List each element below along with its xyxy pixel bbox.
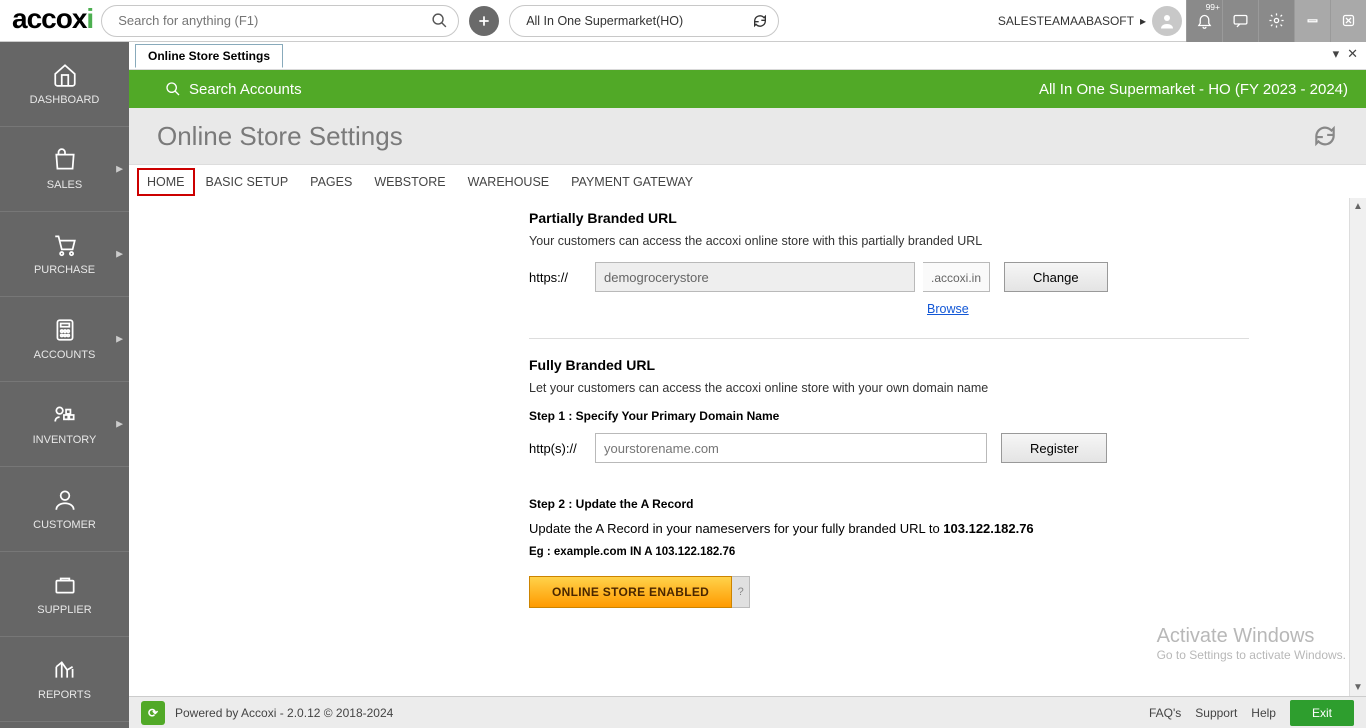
search-input[interactable] bbox=[118, 13, 431, 28]
footer-support-link[interactable]: Support bbox=[1195, 706, 1237, 720]
refresh-icon[interactable] bbox=[1312, 123, 1338, 149]
global-search[interactable] bbox=[101, 5, 459, 37]
chevron-right-icon: ▶ bbox=[116, 419, 123, 430]
footer-faqs-link[interactable]: FAQ's bbox=[1149, 706, 1181, 720]
sidebar-item-reports[interactable]: REPORTS bbox=[0, 637, 129, 722]
sidebar-item-label: DASHBOARD bbox=[30, 94, 100, 106]
footer-help-link[interactable]: Help bbox=[1251, 706, 1276, 720]
sidebar-item-sales[interactable]: SALES ▶ bbox=[0, 127, 129, 212]
footer-powered: Powered by Accoxi - 2.0.12 © 2018-2024 bbox=[175, 706, 393, 720]
register-button[interactable]: Register bbox=[1001, 433, 1107, 463]
tab-online-store-settings[interactable]: Online Store Settings bbox=[135, 44, 283, 68]
chevron-right-icon: ▶ bbox=[116, 164, 123, 175]
step2-label: Step 2 : Update the A Record bbox=[529, 497, 1249, 511]
add-button[interactable] bbox=[469, 6, 499, 36]
chat-icon[interactable] bbox=[1222, 0, 1258, 42]
tab-close-icon[interactable]: ✕ bbox=[1347, 46, 1358, 62]
domain-suffix: .accoxi.in bbox=[923, 262, 990, 292]
sidebar-item-dashboard[interactable]: DASHBOARD bbox=[0, 42, 129, 127]
search-icon[interactable] bbox=[431, 12, 448, 29]
context-bar: Search Accounts All In One Supermarket -… bbox=[129, 70, 1366, 108]
partial-url-heading: Partially Branded URL bbox=[529, 210, 1249, 226]
sidebar-item-label: ACCOUNTS bbox=[34, 349, 96, 361]
toggle-handle-icon[interactable]: ? bbox=[732, 576, 750, 608]
tab-dropdown-icon[interactable]: ▾ bbox=[1333, 46, 1340, 62]
tab-payment-gateway[interactable]: PAYMENT GATEWAY bbox=[560, 167, 704, 197]
sidebar-item-label: SALES bbox=[47, 179, 82, 191]
subdomain-input[interactable] bbox=[595, 262, 915, 292]
user-menu[interactable]: SALESTEAMAABASOFT ▸ bbox=[998, 14, 1146, 28]
topbar: accoxi All In One Supermarket(HO) SALEST… bbox=[0, 0, 1366, 42]
full-url-heading: Fully Branded URL bbox=[529, 357, 1249, 373]
page-tabs: Online Store Settings ▾ ✕ bbox=[129, 42, 1366, 70]
settings-canvas: Partially Branded URL Your customers can… bbox=[129, 198, 1366, 696]
tab-home[interactable]: HOME bbox=[137, 168, 195, 196]
tab-label: Online Store Settings bbox=[148, 49, 270, 63]
chevron-right-icon: ▶ bbox=[116, 249, 123, 260]
scroll-up-icon[interactable]: ▲ bbox=[1350, 198, 1366, 215]
app-logo: accoxi bbox=[6, 3, 101, 38]
user-label: SALESTEAMAABASOFT bbox=[998, 14, 1134, 28]
step1-label: Step 1 : Specify Your Primary Domain Nam… bbox=[529, 409, 1249, 423]
minimize-button[interactable] bbox=[1294, 0, 1330, 42]
avatar[interactable] bbox=[1152, 6, 1182, 36]
tab-pages[interactable]: PAGES bbox=[299, 167, 363, 197]
company-name: All In One Supermarket(HO) bbox=[526, 14, 683, 28]
settings-tabs: HOME BASIC SETUP PAGES WEBSTORE WAREHOUS… bbox=[129, 164, 1366, 198]
scroll-down-icon[interactable]: ▼ bbox=[1350, 679, 1366, 696]
search-icon bbox=[165, 81, 181, 97]
page-title: Online Store Settings bbox=[157, 121, 403, 152]
context-company: All In One Supermarket - HO (FY 2023 - 2… bbox=[1039, 81, 1348, 98]
sidebar-item-purchase[interactable]: PURCHASE ▶ bbox=[0, 212, 129, 297]
domain-input[interactable] bbox=[595, 433, 987, 463]
sidebar-item-label: REPORTS bbox=[38, 689, 91, 701]
partial-url-desc: Your customers can access the accoxi onl… bbox=[529, 234, 1249, 248]
chevron-right-icon: ▸ bbox=[1140, 14, 1146, 28]
a-record-instruction: Update the A Record in your nameservers … bbox=[529, 521, 1249, 536]
sidebar-item-inventory[interactable]: INVENTORY ▶ bbox=[0, 382, 129, 467]
footer: ⟳ Powered by Accoxi - 2.0.12 © 2018-2024… bbox=[129, 696, 1366, 728]
title-icons: 99+ bbox=[1186, 0, 1366, 42]
gear-icon[interactable] bbox=[1258, 0, 1294, 42]
content: Online Store Settings ▾ ✕ Search Account… bbox=[129, 42, 1366, 728]
search-accounts-link[interactable]: Search Accounts bbox=[189, 81, 302, 98]
chevron-right-icon: ▶ bbox=[116, 334, 123, 345]
a-record-ip: 103.122.182.76 bbox=[943, 521, 1033, 536]
toggle-label: ONLINE STORE ENABLED bbox=[529, 576, 732, 608]
company-selector[interactable]: All In One Supermarket(HO) bbox=[509, 5, 779, 37]
proto-label: https:// bbox=[529, 270, 587, 285]
sidebar-item-label: PURCHASE bbox=[34, 264, 95, 276]
full-url-desc: Let your customers can access the accoxi… bbox=[529, 381, 1249, 395]
tab-webstore[interactable]: WEBSTORE bbox=[363, 167, 456, 197]
sidebar-item-label: SUPPLIER bbox=[37, 604, 91, 616]
sidebar-item-supplier[interactable]: SUPPLIER bbox=[0, 552, 129, 637]
divider bbox=[529, 338, 1249, 339]
sidebar-item-accounts[interactable]: ACCOUNTS ▶ bbox=[0, 297, 129, 382]
tab-warehouse[interactable]: WAREHOUSE bbox=[457, 167, 561, 197]
scrollbar[interactable]: ▲ ▼ bbox=[1349, 198, 1366, 696]
refresh-icon[interactable] bbox=[752, 13, 768, 29]
change-button[interactable]: Change bbox=[1004, 262, 1108, 292]
sidebar-item-customer[interactable]: CUSTOMER bbox=[0, 467, 129, 552]
sidebar-item-label: CUSTOMER bbox=[33, 519, 96, 531]
bell-icon[interactable]: 99+ bbox=[1186, 0, 1222, 42]
online-store-toggle[interactable]: ONLINE STORE ENABLED ? bbox=[529, 576, 1249, 608]
page-header: Online Store Settings bbox=[129, 108, 1366, 164]
proto-label: http(s):// bbox=[529, 441, 587, 456]
sidebar: DASHBOARD SALES ▶ PURCHASE ▶ ACCOUNTS ▶ … bbox=[0, 42, 129, 728]
a-record-example: Eg : example.com IN A 103.122.182.76 bbox=[529, 546, 1249, 558]
browse-link[interactable]: Browse bbox=[927, 302, 969, 316]
footer-logo-icon: ⟳ bbox=[141, 701, 165, 725]
tab-basic-setup[interactable]: BASIC SETUP bbox=[195, 167, 300, 197]
notif-badge: 99+ bbox=[1206, 2, 1220, 12]
sidebar-item-label: INVENTORY bbox=[33, 434, 97, 446]
exit-button[interactable]: Exit bbox=[1290, 700, 1354, 726]
close-button[interactable] bbox=[1330, 0, 1366, 42]
